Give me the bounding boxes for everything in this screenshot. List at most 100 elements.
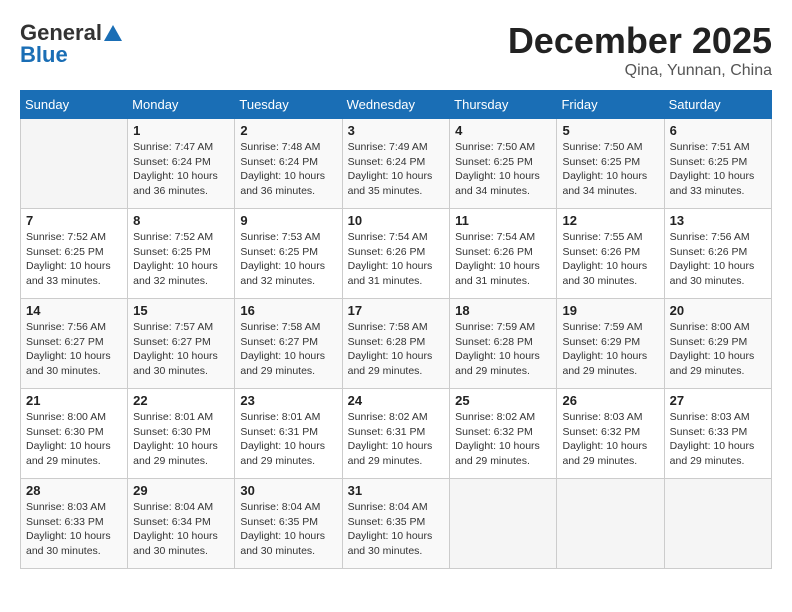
calendar-cell: 2 Sunrise: 7:48 AMSunset: 6:24 PMDaylight… (235, 119, 342, 209)
day-number: 9 (240, 213, 336, 228)
logo: General Blue (20, 20, 122, 68)
logo-triangle-icon (104, 23, 122, 41)
day-number: 15 (133, 303, 229, 318)
page-header: General Blue December 2025 Qina, Yunnan,… (20, 20, 772, 80)
calendar-cell: 24 Sunrise: 8:02 AMSunset: 6:31 PMDayligh… (342, 389, 450, 479)
day-info: Sunrise: 7:55 AMSunset: 6:26 PMDaylight:… (562, 230, 658, 289)
calendar-cell (664, 479, 771, 569)
calendar-cell: 4 Sunrise: 7:50 AMSunset: 6:25 PMDaylight… (450, 119, 557, 209)
calendar-cell: 18 Sunrise: 7:59 AMSunset: 6:28 PMDayligh… (450, 299, 557, 389)
calendar-cell (557, 479, 664, 569)
day-info: Sunrise: 7:47 AMSunset: 6:24 PMDaylight:… (133, 140, 229, 199)
day-number: 23 (240, 393, 336, 408)
day-info: Sunrise: 7:54 AMSunset: 6:26 PMDaylight:… (455, 230, 551, 289)
day-info: Sunrise: 8:02 AMSunset: 6:31 PMDaylight:… (348, 410, 445, 469)
day-header-friday: Friday (557, 91, 664, 119)
calendar-cell: 14Sunrise: 7:56 AMSunset: 6:27 PMDayligh… (21, 299, 128, 389)
day-number: 7 (26, 213, 122, 228)
calendar-cell: 3 Sunrise: 7:49 AMSunset: 6:24 PMDaylight… (342, 119, 450, 209)
day-info: Sunrise: 7:54 AMSunset: 6:26 PMDaylight:… (348, 230, 445, 289)
day-info: Sunrise: 7:52 AMSunset: 6:25 PMDaylight:… (26, 230, 122, 289)
day-info: Sunrise: 7:48 AMSunset: 6:24 PMDaylight:… (240, 140, 336, 199)
day-info: Sunrise: 8:01 AMSunset: 6:31 PMDaylight:… (240, 410, 336, 469)
day-number: 27 (670, 393, 766, 408)
day-number: 6 (670, 123, 766, 138)
day-number: 11 (455, 213, 551, 228)
day-number: 28 (26, 483, 122, 498)
calendar-cell: 12 Sunrise: 7:55 AMSunset: 6:26 PMDayligh… (557, 209, 664, 299)
day-info: Sunrise: 8:03 AMSunset: 6:33 PMDaylight:… (670, 410, 766, 469)
day-info: Sunrise: 7:56 AMSunset: 6:27 PMDaylight:… (26, 320, 122, 379)
day-info: Sunrise: 8:03 AMSunset: 6:33 PMDaylight:… (26, 500, 122, 559)
day-info: Sunrise: 8:04 AMSunset: 6:34 PMDaylight:… (133, 500, 229, 559)
calendar-cell: 8 Sunrise: 7:52 AMSunset: 6:25 PMDaylight… (128, 209, 235, 299)
calendar-cell: 22 Sunrise: 8:01 AMSunset: 6:30 PMDayligh… (128, 389, 235, 479)
calendar-cell: 17 Sunrise: 7:58 AMSunset: 6:28 PMDayligh… (342, 299, 450, 389)
day-number: 26 (562, 393, 658, 408)
month-title: December 2025 (508, 20, 772, 62)
calendar-cell: 20Sunrise: 8:00 AMSunset: 6:29 PMDayligh… (664, 299, 771, 389)
calendar-cell: 1 Sunrise: 7:47 AMSunset: 6:24 PMDaylight… (128, 119, 235, 209)
day-number: 17 (348, 303, 445, 318)
day-number: 3 (348, 123, 445, 138)
calendar-week-row: 28 Sunrise: 8:03 AMSunset: 6:33 PMDayligh… (21, 479, 772, 569)
day-info: Sunrise: 8:00 AMSunset: 6:30 PMDaylight:… (26, 410, 122, 469)
day-header-wednesday: Wednesday (342, 91, 450, 119)
title-area: December 2025 Qina, Yunnan, China (508, 20, 772, 80)
day-number: 4 (455, 123, 551, 138)
day-info: Sunrise: 7:52 AMSunset: 6:25 PMDaylight:… (133, 230, 229, 289)
day-number: 1 (133, 123, 229, 138)
day-number: 29 (133, 483, 229, 498)
day-info: Sunrise: 7:53 AMSunset: 6:25 PMDaylight:… (240, 230, 336, 289)
calendar-week-row: 21 Sunrise: 8:00 AMSunset: 6:30 PMDayligh… (21, 389, 772, 479)
day-info: Sunrise: 8:01 AMSunset: 6:30 PMDaylight:… (133, 410, 229, 469)
calendar-cell (450, 479, 557, 569)
day-number: 8 (133, 213, 229, 228)
day-header-monday: Monday (128, 91, 235, 119)
calendar-cell: 13Sunrise: 7:56 AMSunset: 6:26 PMDayligh… (664, 209, 771, 299)
day-number: 16 (240, 303, 336, 318)
day-header-sunday: Sunday (21, 91, 128, 119)
calendar-header-row: SundayMondayTuesdayWednesdayThursdayFrid… (21, 91, 772, 119)
calendar-week-row: 7 Sunrise: 7:52 AMSunset: 6:25 PMDaylight… (21, 209, 772, 299)
day-info: Sunrise: 8:04 AMSunset: 6:35 PMDaylight:… (240, 500, 336, 559)
calendar-cell: 25Sunrise: 8:02 AMSunset: 6:32 PMDayligh… (450, 389, 557, 479)
calendar-week-row: 1 Sunrise: 7:47 AMSunset: 6:24 PMDaylight… (21, 119, 772, 209)
day-info: Sunrise: 7:51 AMSunset: 6:25 PMDaylight:… (670, 140, 766, 199)
calendar-cell: 10 Sunrise: 7:54 AMSunset: 6:26 PMDayligh… (342, 209, 450, 299)
calendar-cell: 9 Sunrise: 7:53 AMSunset: 6:25 PMDaylight… (235, 209, 342, 299)
day-header-tuesday: Tuesday (235, 91, 342, 119)
day-header-thursday: Thursday (450, 91, 557, 119)
calendar-cell: 16 Sunrise: 7:58 AMSunset: 6:27 PMDayligh… (235, 299, 342, 389)
calendar-cell: 31Sunrise: 8:04 AMSunset: 6:35 PMDayligh… (342, 479, 450, 569)
day-info: Sunrise: 7:58 AMSunset: 6:28 PMDaylight:… (348, 320, 445, 379)
day-number: 18 (455, 303, 551, 318)
calendar-cell: 19Sunrise: 7:59 AMSunset: 6:29 PMDayligh… (557, 299, 664, 389)
day-info: Sunrise: 7:50 AMSunset: 6:25 PMDaylight:… (455, 140, 551, 199)
day-number: 19 (562, 303, 658, 318)
day-number: 20 (670, 303, 766, 318)
location-subtitle: Qina, Yunnan, China (508, 62, 772, 80)
day-number: 12 (562, 213, 658, 228)
calendar-week-row: 14Sunrise: 7:56 AMSunset: 6:27 PMDayligh… (21, 299, 772, 389)
day-info: Sunrise: 7:50 AMSunset: 6:25 PMDaylight:… (562, 140, 658, 199)
calendar-cell: 7 Sunrise: 7:52 AMSunset: 6:25 PMDaylight… (21, 209, 128, 299)
day-info: Sunrise: 7:58 AMSunset: 6:27 PMDaylight:… (240, 320, 336, 379)
day-number: 5 (562, 123, 658, 138)
calendar-cell: 27 Sunrise: 8:03 AMSunset: 6:33 PMDayligh… (664, 389, 771, 479)
logo-blue-text: Blue (20, 42, 68, 68)
day-number: 31 (348, 483, 445, 498)
day-info: Sunrise: 8:02 AMSunset: 6:32 PMDaylight:… (455, 410, 551, 469)
calendar-cell: 29 Sunrise: 8:04 AMSunset: 6:34 PMDayligh… (128, 479, 235, 569)
calendar-cell: 30Sunrise: 8:04 AMSunset: 6:35 PMDayligh… (235, 479, 342, 569)
day-info: Sunrise: 7:59 AMSunset: 6:28 PMDaylight:… (455, 320, 551, 379)
day-number: 2 (240, 123, 336, 138)
day-number: 21 (26, 393, 122, 408)
calendar-cell: 5 Sunrise: 7:50 AMSunset: 6:25 PMDaylight… (557, 119, 664, 209)
day-number: 22 (133, 393, 229, 408)
day-number: 24 (348, 393, 445, 408)
day-number: 10 (348, 213, 445, 228)
day-info: Sunrise: 7:49 AMSunset: 6:24 PMDaylight:… (348, 140, 445, 199)
day-info: Sunrise: 7:56 AMSunset: 6:26 PMDaylight:… (670, 230, 766, 289)
calendar-cell (21, 119, 128, 209)
